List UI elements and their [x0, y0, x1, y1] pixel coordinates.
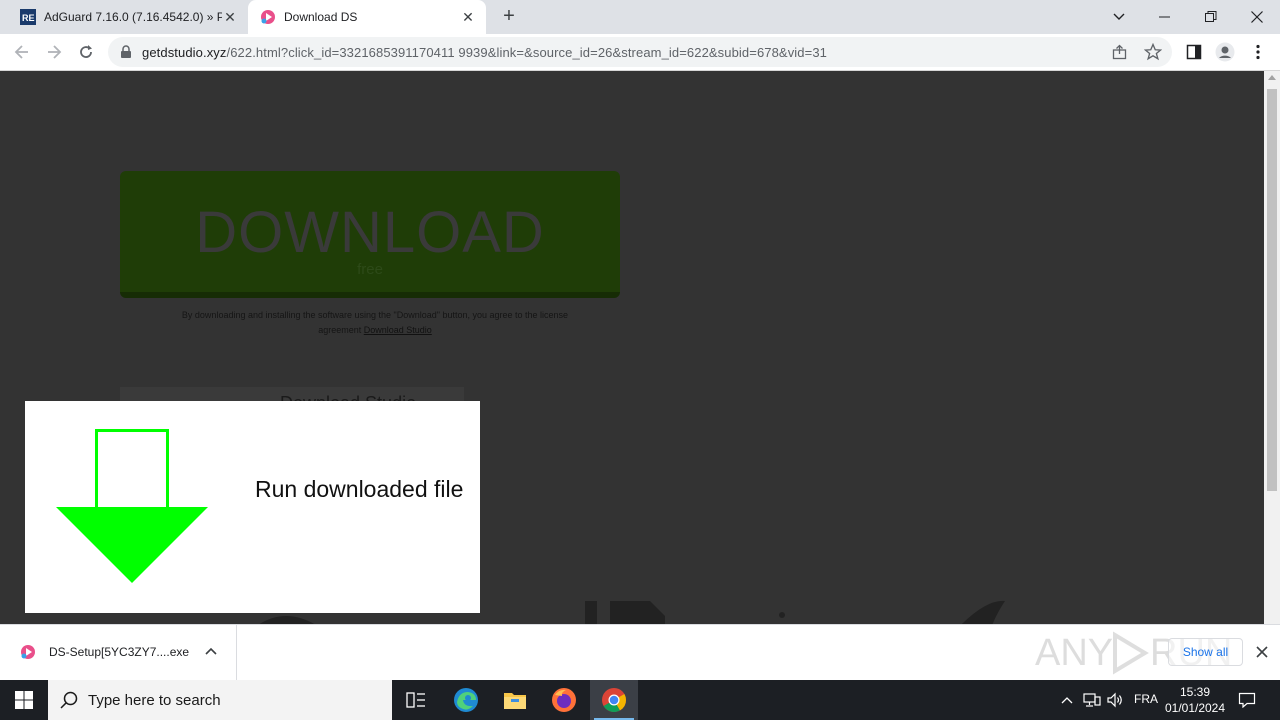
start-button[interactable]: [0, 680, 48, 720]
firefox-icon: [552, 688, 576, 712]
url-text: getdstudio.xyz/622.html?click_id=3321685…: [142, 45, 827, 60]
side-panel-icon[interactable]: [1184, 42, 1204, 62]
reload-button[interactable]: [74, 40, 98, 64]
tray-overflow-chevron-icon[interactable]: [1058, 680, 1076, 720]
windows-logo-icon: [15, 691, 33, 709]
browser-toolbar: getdstudio.xyz/622.html?click_id=3321685…: [0, 34, 1280, 71]
tab-adguard[interactable]: RE AdGuard 7.16.0 (7.16.4542.0) » Pe ✕: [8, 0, 248, 34]
tab-title: AdGuard 7.16.0 (7.16.4542.0) » Pe: [44, 10, 222, 24]
chevron-up-icon[interactable]: [205, 645, 217, 663]
close-tab-icon[interactable]: ✕: [222, 9, 238, 25]
scrollbar-thumb[interactable]: [1267, 89, 1277, 491]
close-shelf-icon[interactable]: [1252, 642, 1272, 662]
svg-text:ANY: ANY: [1035, 632, 1113, 674]
close-window-button[interactable]: [1234, 0, 1280, 34]
clock-date: 01/01/2024: [1164, 701, 1226, 715]
task-view-button[interactable]: [392, 680, 440, 720]
taskbar-file-explorer[interactable]: [491, 680, 539, 720]
url-path: /622.html?click_id=3321685391170411 9939…: [226, 45, 827, 60]
system-clock[interactable]: 15:39 01/01/2024: [1160, 684, 1230, 716]
new-tab-button[interactable]: +: [498, 6, 520, 28]
download-item[interactable]: DS-Setup[5YC3ZY7....exe: [0, 625, 237, 680]
tab-search-chevron-icon[interactable]: [1096, 0, 1142, 34]
input-language[interactable]: FRA: [1134, 692, 1158, 706]
taskbar-search-box[interactable]: Type here to search: [48, 680, 392, 720]
tab-title: Download DS: [284, 10, 358, 24]
forward-button[interactable]: [42, 40, 66, 64]
restore-button[interactable]: [1188, 0, 1234, 34]
scroll-up-arrow-icon[interactable]: [1268, 75, 1276, 80]
down-arrow-icon: [56, 429, 208, 583]
search-placeholder: Type here to search: [88, 692, 221, 709]
lock-icon[interactable]: [120, 45, 132, 64]
download-shelf: DS-Setup[5YC3ZY7....exe ANY RUN Show all: [0, 624, 1280, 680]
screen: RE AdGuard 7.16.0 (7.16.4542.0) » Pe ✕ D…: [0, 0, 1280, 720]
network-icon[interactable]: [1082, 680, 1102, 720]
bookmark-star-icon[interactable]: [1143, 42, 1163, 66]
license-link[interactable]: Download Studio: [364, 325, 432, 335]
folder-icon: [504, 693, 526, 709]
volume-icon[interactable]: [1105, 680, 1125, 720]
download-button[interactable]: DOWNLOAD free: [120, 171, 620, 298]
edge-icon: [454, 688, 478, 712]
show-all-button[interactable]: Show all: [1168, 638, 1243, 666]
clock-time: 15:39: [1179, 685, 1211, 699]
overlay-message: Run downloaded file: [255, 476, 464, 502]
minimize-button[interactable]: [1142, 0, 1188, 34]
profile-avatar-icon[interactable]: [1215, 42, 1235, 62]
download-button-title: DOWNLOAD: [195, 200, 545, 265]
tab-strip: RE AdGuard 7.16.0 (7.16.4542.0) » Pe ✕ D…: [0, 0, 1280, 34]
taskbar-edge[interactable]: [442, 680, 490, 720]
search-icon: [60, 691, 78, 714]
windows-taskbar: Type here to search FRA 15:39 01/01/2024: [0, 680, 1280, 720]
url-host: getdstudio.xyz: [142, 45, 227, 60]
download-studio-favicon-icon: [260, 9, 276, 25]
chrome-icon: [602, 688, 626, 713]
download-button-subtitle: free: [357, 261, 383, 278]
address-bar[interactable]: getdstudio.xyz/622.html?click_id=3321685…: [108, 37, 1172, 67]
back-button[interactable]: [10, 40, 34, 64]
download-studio-file-icon: [20, 644, 36, 665]
license-notice: By downloading and installing the softwa…: [180, 308, 570, 338]
run-downloaded-file-overlay: Run downloaded file: [25, 401, 480, 613]
taskbar-firefox[interactable]: [540, 680, 588, 720]
menu-kebab-icon[interactable]: [1248, 42, 1268, 62]
share-icon[interactable]: [1112, 44, 1128, 65]
re-site-favicon-icon: RE: [20, 9, 36, 25]
download-file-name: DS-Setup[5YC3ZY7....exe: [49, 645, 190, 659]
close-tab-icon[interactable]: ✕: [460, 9, 476, 25]
page-scrollbar[interactable]: [1264, 71, 1280, 624]
svg-text:RE: RE: [22, 13, 35, 23]
notification-center-icon[interactable]: [1234, 680, 1260, 720]
tab-download-ds[interactable]: Download DS ✕: [248, 0, 486, 34]
task-view-icon: [406, 692, 425, 708]
taskbar-chrome[interactable]: [590, 680, 638, 720]
